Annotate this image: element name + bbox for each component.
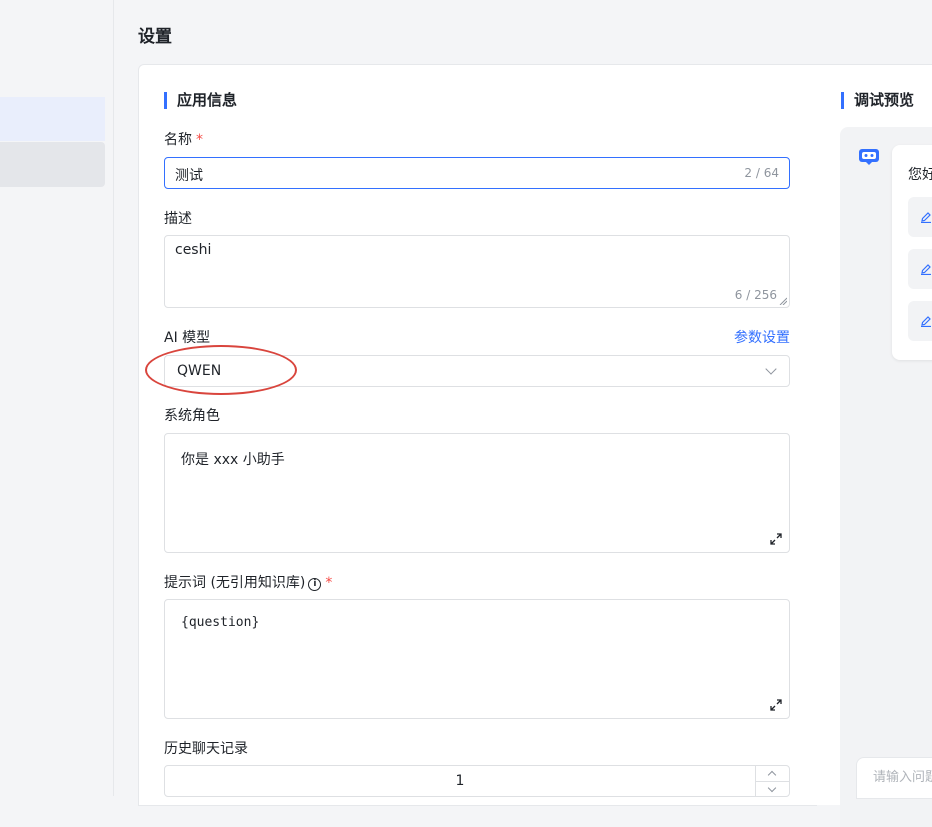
name-input[interactable]: 测试 2 / 64 xyxy=(164,157,790,189)
settings-card: 应用信息 名称 * 测试 2 / 64 描述 ceshi 6 / 256 AI 模… xyxy=(138,64,817,806)
left-sidebar xyxy=(0,0,114,796)
history-label: 历史聊天记录 xyxy=(164,741,248,757)
section-title-preview: 调试预览 xyxy=(841,92,914,109)
ai-model-label: AI 模型 xyxy=(164,330,211,346)
name-label: 名称 * xyxy=(164,132,203,148)
sidebar-item-settings[interactable] xyxy=(0,142,105,187)
edit-pen-icon xyxy=(921,264,931,275)
param-settings-link[interactable]: 参数设置 xyxy=(734,327,790,347)
expand-icon[interactable] xyxy=(769,698,783,712)
chevron-up-icon xyxy=(767,770,777,780)
expand-icon[interactable] xyxy=(769,532,783,546)
sidebar-item-active[interactable] xyxy=(0,97,105,141)
greeting-text: 您好 xyxy=(908,167,932,183)
chat-input-placeholder: 请输入问题 xyxy=(873,770,932,785)
chat-area: 您好 xyxy=(840,127,932,827)
description-textarea[interactable]: ceshi 6 / 256 xyxy=(164,235,790,308)
increment-button[interactable] xyxy=(756,766,789,782)
chevron-down-icon xyxy=(765,363,777,375)
prompt-label: 提示词 (无引用知识库) i * xyxy=(164,575,333,591)
edit-pen-icon xyxy=(921,212,931,223)
name-char-count: 2 / 64 xyxy=(744,166,779,180)
prompt-value: {question} xyxy=(181,615,260,630)
name-input-value: 测试 xyxy=(175,168,203,184)
section-title-app-info: 应用信息 xyxy=(164,92,237,109)
system-role-label: 系统角色 xyxy=(164,408,220,424)
edit-pen-icon xyxy=(921,316,931,327)
page-title: 设置 xyxy=(138,27,172,47)
chevron-down-icon xyxy=(767,783,777,793)
history-stepper[interactable]: 1 xyxy=(164,765,790,797)
debug-preview-panel: 调试预览 您好 请输入问题 xyxy=(816,64,932,827)
suggested-question-button[interactable] xyxy=(908,249,932,289)
stepper-buttons xyxy=(755,766,789,796)
required-mark: * xyxy=(196,132,203,148)
annotation-circle xyxy=(145,345,297,395)
info-icon[interactable]: i xyxy=(308,578,322,591)
system-role-value: 你是 xxx 小助手 xyxy=(181,452,285,468)
suggested-question-button[interactable] xyxy=(908,301,932,341)
welcome-bubble: 您好 xyxy=(892,145,932,360)
required-mark: * xyxy=(325,575,333,591)
description-label: 描述 xyxy=(164,211,192,227)
description-char-count: 6 / 256 xyxy=(734,288,777,302)
chat-input[interactable]: 请输入问题 xyxy=(856,757,932,799)
resize-handle-icon[interactable] xyxy=(779,297,787,305)
history-value: 1 xyxy=(455,773,465,789)
bot-avatar-icon xyxy=(859,149,879,165)
suggested-question-button[interactable] xyxy=(908,197,932,237)
system-role-editor[interactable]: 你是 xxx 小助手 xyxy=(164,433,790,553)
description-value: ceshi xyxy=(175,242,212,258)
prompt-editor[interactable]: {question} xyxy=(164,599,790,719)
decrement-button[interactable] xyxy=(756,782,789,797)
